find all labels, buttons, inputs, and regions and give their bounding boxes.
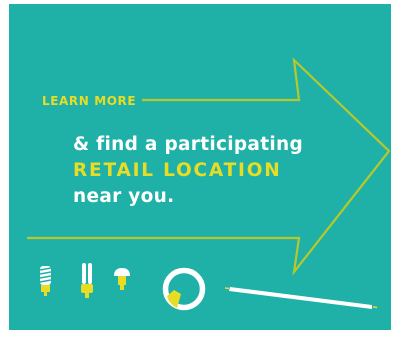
- led-bulb-icon: [114, 268, 130, 290]
- bulbs-illustration: [39, 263, 378, 311]
- cfl-tube-bulb-icon: [81, 263, 93, 298]
- banner-frame: LEARN MORE & find a participating RETAIL…: [0, 0, 398, 339]
- learn-more-banner[interactable]: LEARN MORE & find a participating RETAIL…: [9, 4, 391, 330]
- cfl-spiral-bulb-icon: [39, 266, 52, 296]
- fluorescent-tube-icon: [224, 287, 378, 309]
- circular-fluorescent-bulb-icon: [162, 267, 206, 311]
